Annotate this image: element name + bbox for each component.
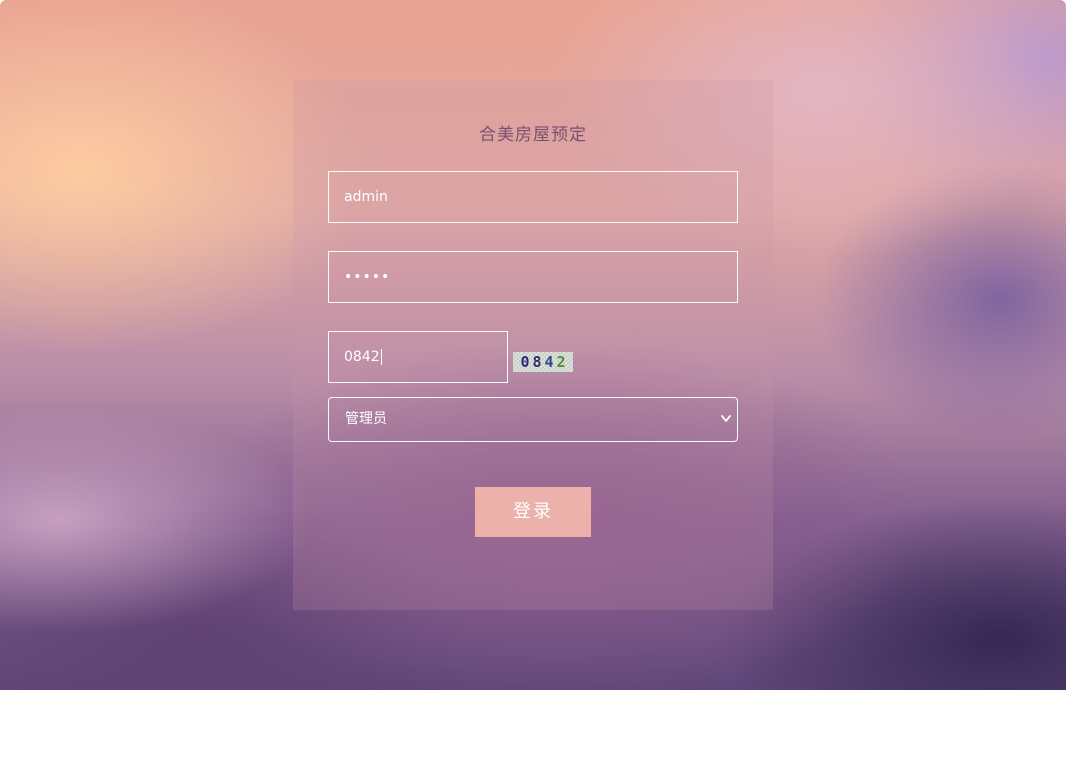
captcha-char: 2 [556, 353, 566, 371]
page-title: 合美房屋预定 [479, 125, 587, 145]
captcha-input[interactable]: 0842 [328, 331, 508, 383]
captcha-char: 0 [520, 353, 530, 371]
username-value: admin [344, 189, 388, 205]
login-button[interactable]: 登录 [475, 487, 591, 537]
captcha-image[interactable]: 0 8 4 2 [513, 352, 573, 372]
captcha-char: 4 [544, 353, 554, 371]
role-select-value: 管理员 [345, 411, 387, 427]
text-caret [380, 349, 382, 365]
password-input[interactable]: ••••• [328, 251, 738, 303]
login-panel: 合美房屋预定 admin ••••• 0842 0 8 4 2 管理员 登录 [293, 80, 773, 610]
captcha-char: 8 [532, 353, 542, 371]
captcha-input-value: 0842 [344, 349, 380, 365]
password-value: ••••• [344, 269, 391, 285]
username-input[interactable]: admin [328, 171, 738, 223]
chevron-down-icon [721, 415, 731, 422]
role-select[interactable]: 管理员 [328, 397, 738, 442]
